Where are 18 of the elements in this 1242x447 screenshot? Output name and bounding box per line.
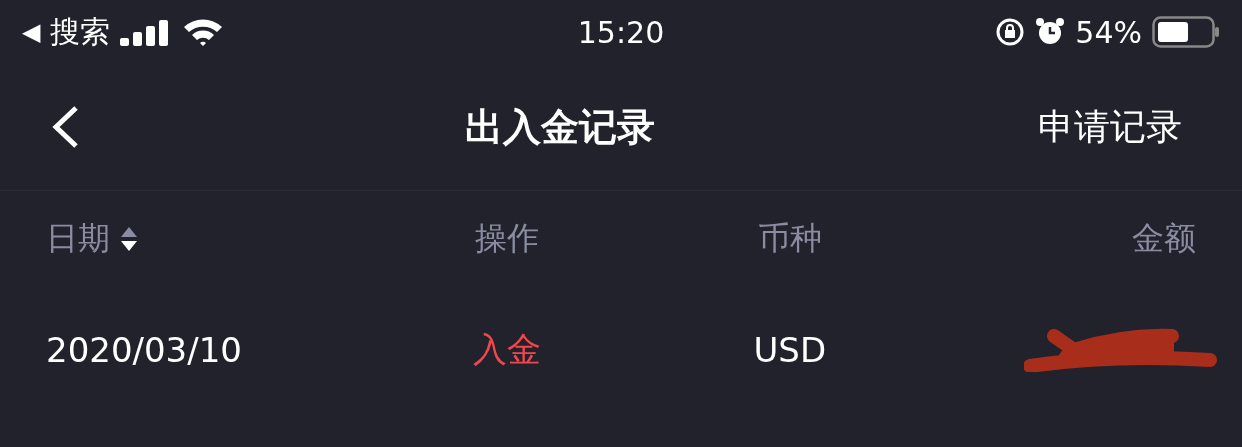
- battery-icon: [1152, 16, 1220, 48]
- alarm-clock-icon: [1035, 17, 1066, 47]
- application-records-link[interactable]: 申请记录: [1038, 102, 1182, 152]
- column-header: 币种: [757, 218, 822, 259]
- clock-time: 15:20: [577, 14, 665, 50]
- column-header: 金额: [1132, 218, 1196, 259]
- sort-icon[interactable]: [120, 225, 138, 253]
- battery-percent: 54%: [1075, 14, 1142, 50]
- back-app-label[interactable]: 搜索: [50, 11, 111, 53]
- wifi-icon: [182, 17, 225, 47]
- date-cell: 2020/03/10: [46, 330, 242, 370]
- operation-cell-text: 入金: [473, 328, 542, 371]
- page-title: 出入金记录: [464, 103, 656, 151]
- back-glyph[interactable]: ◀: [22, 18, 41, 46]
- currency-cell: USD: [753, 330, 827, 370]
- column-header: 操作: [475, 218, 540, 259]
- column-header[interactable]: 日期: [46, 217, 110, 261]
- rotation-lock-icon: [995, 17, 1026, 47]
